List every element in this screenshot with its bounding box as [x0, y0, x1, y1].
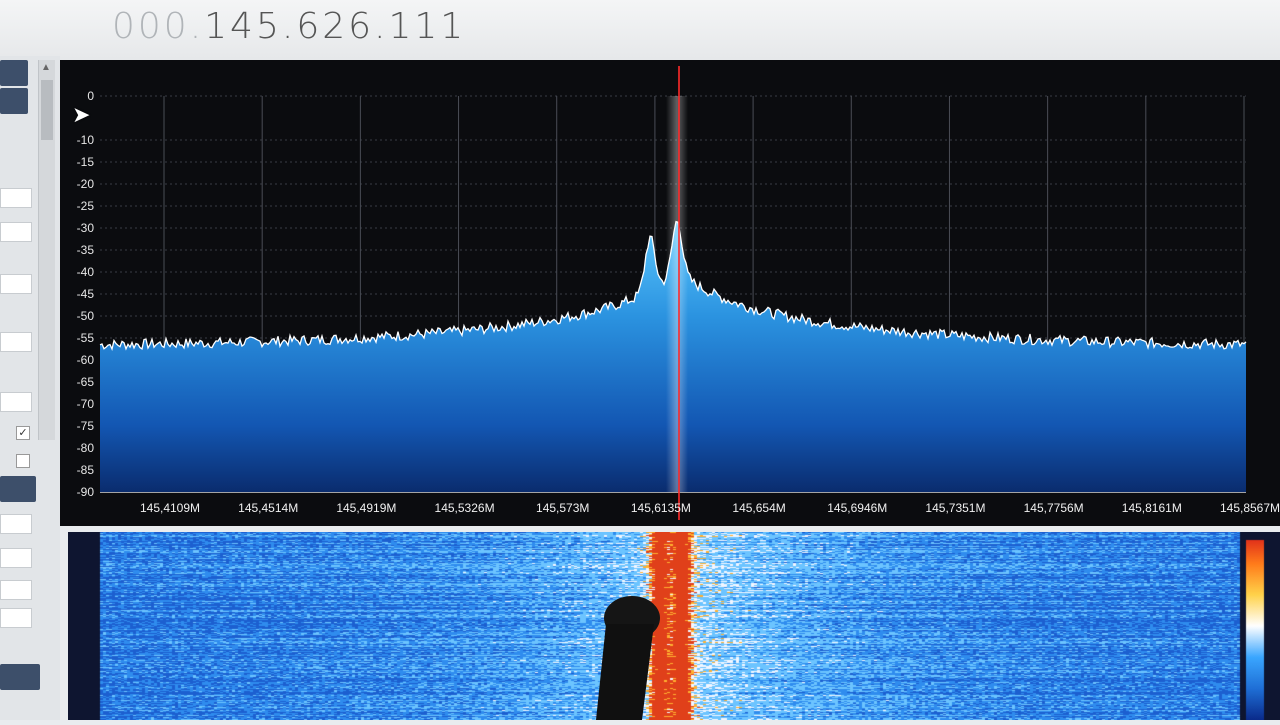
- x-axis-label: 145,6135M: [631, 501, 691, 515]
- frequency-leading-digits: 000.: [112, 6, 205, 47]
- y-axis-label: 0: [87, 89, 94, 103]
- sidebar-button[interactable]: [0, 476, 36, 502]
- y-axis-label: -60: [77, 353, 95, 367]
- sidebar-spinner[interactable]: [0, 188, 32, 208]
- x-axis-label: 145,4514M: [238, 501, 298, 515]
- y-axis-label: -15: [77, 155, 95, 169]
- y-axis-label: -30: [77, 221, 95, 235]
- x-axis-label: 145,8161M: [1122, 501, 1182, 515]
- sidebar-dropdown[interactable]: [0, 222, 32, 242]
- y-axis-label: -10: [77, 133, 95, 147]
- sidebar-button[interactable]: [0, 88, 28, 114]
- x-axis-label: 145,4919M: [336, 501, 396, 515]
- sidebar-spinner[interactable]: [0, 332, 32, 352]
- x-axis-label: 145,7351M: [925, 501, 985, 515]
- x-axis-label: 145,654M: [732, 501, 785, 515]
- y-axis-label: -55: [77, 331, 95, 345]
- sidebar-dropdown[interactable]: [0, 392, 32, 412]
- passband-highlight[interactable]: [666, 96, 688, 492]
- sidebar-button[interactable]: [0, 60, 28, 86]
- spectrum-plot[interactable]: 0 -10 -15 -20 -25 -30 -35 -40 -45 -50 -55 -60 -65 -70…: [60, 60, 1280, 526]
- y-axis-label: -75: [77, 419, 95, 433]
- sidebar-field[interactable]: [0, 608, 32, 628]
- waterfall-panel[interactable]: [68, 532, 1280, 720]
- y-axis-label: -20: [77, 177, 95, 191]
- y-axis-label: -45: [77, 287, 95, 301]
- y-axis-labels: 0 -10 -15 -20 -25 -30 -35 -40 -45 -50 -55 -60 -65 -70…: [77, 89, 95, 499]
- y-axis-label: -80: [77, 441, 95, 455]
- sidebar-checkbox-2[interactable]: [16, 454, 30, 468]
- x-axis-label: 145,4109M: [140, 501, 200, 515]
- scroll-thumb[interactable]: [41, 80, 53, 140]
- x-axis-label: 145,7756M: [1024, 501, 1084, 515]
- y-axis-label: -70: [77, 397, 95, 411]
- waterfall-display[interactable]: [68, 532, 1280, 720]
- y-axis-label: -50: [77, 309, 95, 323]
- x-axis-label: 145,573M: [536, 501, 589, 515]
- y-axis-label: -65: [77, 375, 95, 389]
- frequency-display[interactable]: 000.145.626.111: [112, 6, 466, 47]
- top-bar: 000.145.626.111: [0, 0, 1280, 60]
- scroll-up-icon[interactable]: ▲: [41, 62, 51, 73]
- y-axis-label: -90: [77, 485, 95, 499]
- x-axis-label: 145,6946M: [827, 501, 887, 515]
- microphone-object: [596, 596, 660, 720]
- sidebar-scrollbar[interactable]: ▲: [38, 60, 55, 440]
- y-axis-label: -25: [77, 199, 95, 213]
- sidebar-field[interactable]: [0, 580, 32, 600]
- frequency-main-digits: 145.626.111: [204, 6, 467, 47]
- y-axis-label: -85: [77, 463, 95, 477]
- x-axis-label: 145,5326M: [435, 501, 495, 515]
- sidebar-spinner[interactable]: [0, 274, 32, 294]
- sidebar-checkbox-1[interactable]: ✓: [16, 426, 30, 440]
- spectrum-panel[interactable]: 0 -10 -15 -20 -25 -30 -35 -40 -45 -50 -55 -60 -65 -70…: [60, 60, 1280, 526]
- y-axis-label: -35: [77, 243, 95, 257]
- sidebar-field[interactable]: [0, 548, 32, 568]
- x-axis-label: 145,8567M: [1220, 501, 1280, 515]
- mouse-cursor-icon: ➤: [72, 102, 91, 127]
- sidebar-field[interactable]: [0, 514, 32, 534]
- x-axis-labels: 145,4109M 145,4514M 145,4919M 145,5326M 145,…: [140, 501, 1280, 515]
- y-axis-label: -40: [77, 265, 95, 279]
- sidebar-button[interactable]: [0, 664, 40, 690]
